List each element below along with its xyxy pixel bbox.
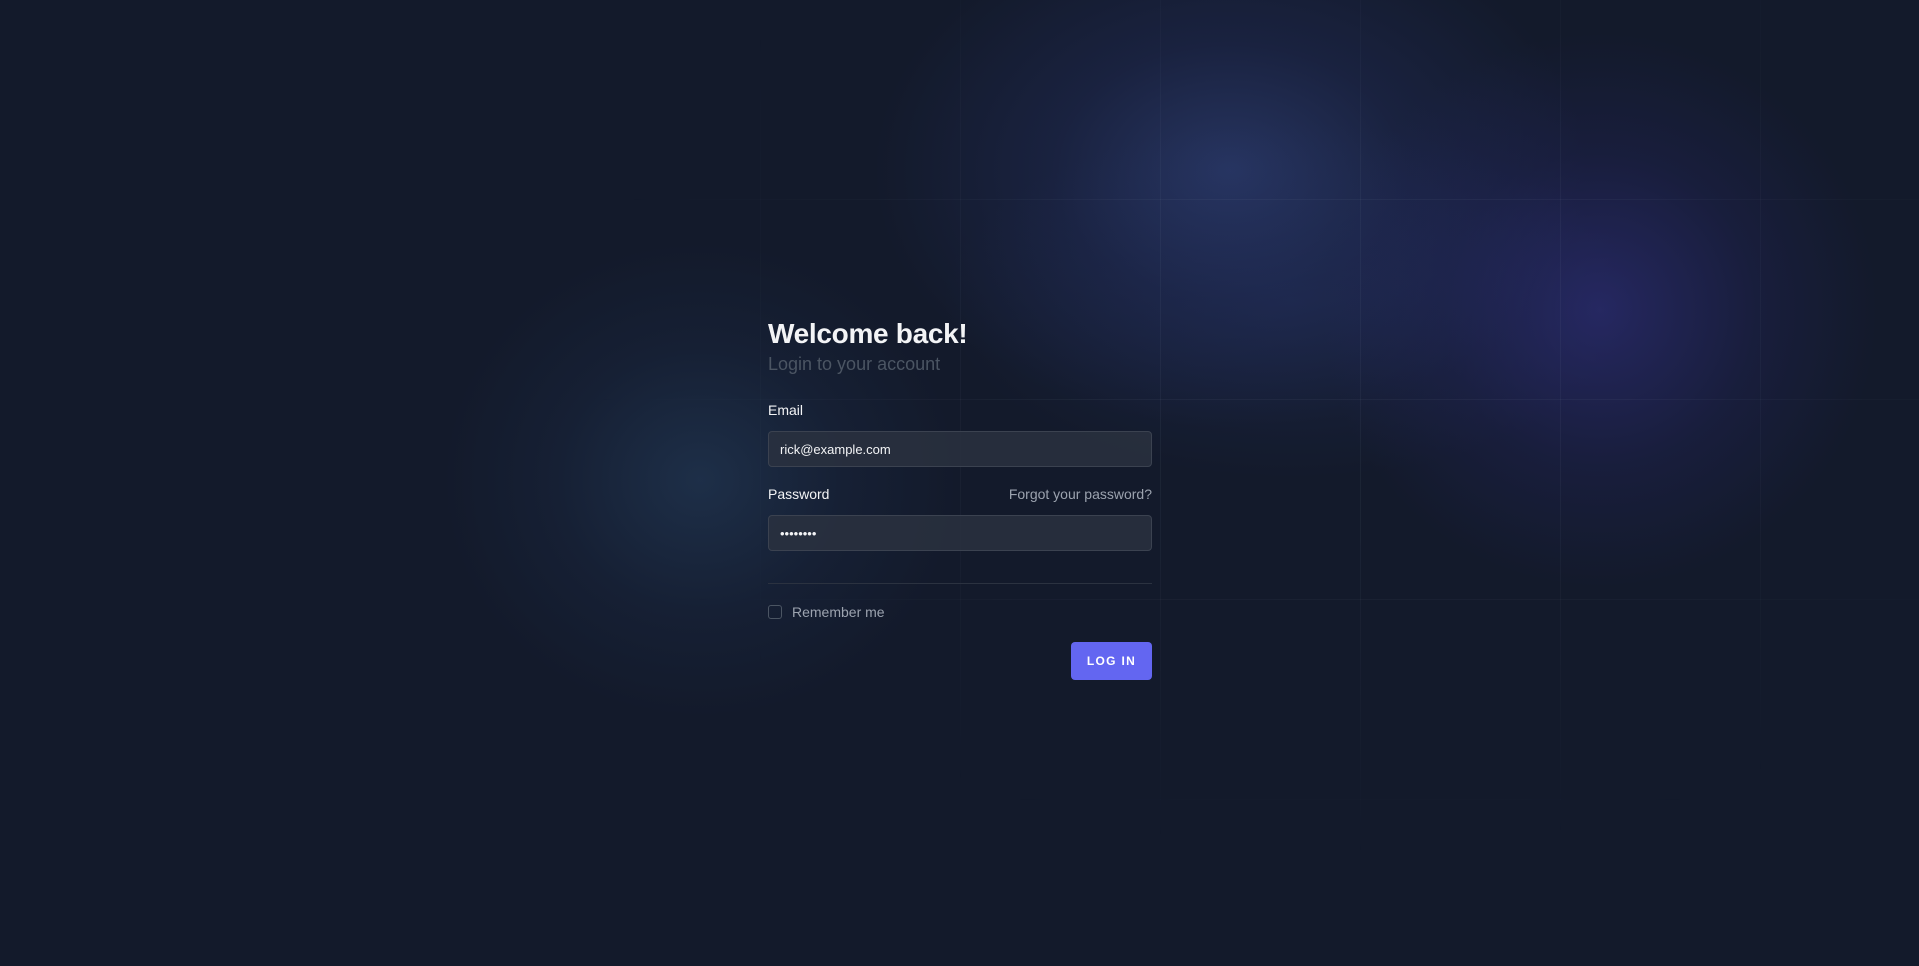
email-label: Email bbox=[768, 402, 804, 418]
password-label-row: Password Forgot your password? bbox=[768, 486, 1152, 504]
login-page: Welcome back! Login to your account Emai… bbox=[0, 0, 1919, 966]
remember-me-label[interactable]: Remember me bbox=[792, 604, 885, 620]
background-glow bbox=[1320, 30, 1880, 590]
password-label: Password bbox=[768, 486, 830, 502]
forgot-password-link[interactable]: Forgot your password? bbox=[1009, 486, 1152, 502]
page-subtitle: Login to your account bbox=[768, 354, 941, 374]
login-form: Welcome back! Login to your account Emai… bbox=[768, 316, 1152, 680]
form-actions: LOG IN bbox=[768, 642, 1152, 680]
log-in-button[interactable]: LOG IN bbox=[1071, 642, 1152, 680]
password-field-group: Password Forgot your password? bbox=[768, 486, 1152, 551]
remember-me-checkbox[interactable] bbox=[768, 605, 782, 619]
email-field-group: Email bbox=[768, 402, 1152, 467]
email-field[interactable] bbox=[768, 431, 1152, 467]
password-field[interactable] bbox=[768, 515, 1152, 551]
page-title: Welcome back! bbox=[768, 318, 968, 349]
divider bbox=[768, 583, 1152, 584]
email-label-row: Email bbox=[768, 402, 1152, 420]
remember-me-row: Remember me bbox=[768, 602, 1152, 622]
